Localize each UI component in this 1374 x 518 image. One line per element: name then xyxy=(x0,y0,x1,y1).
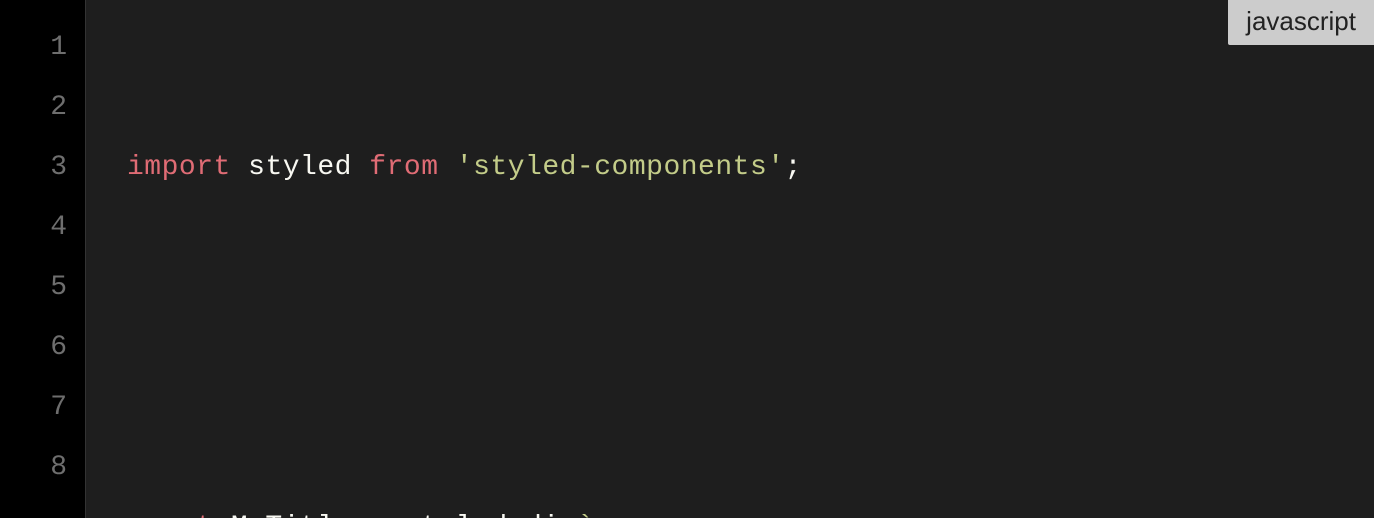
line-number: 4 xyxy=(12,198,67,258)
token-identifier: MyTitle xyxy=(231,512,352,518)
token-space xyxy=(387,512,404,518)
line-number: 8 xyxy=(12,438,67,498)
token-backtick: ` xyxy=(577,512,594,518)
line-number: 3 xyxy=(12,138,67,198)
code-editor: 1 2 3 4 5 6 7 8 import styled from 'styl… xyxy=(0,0,1374,518)
token-operator: = xyxy=(369,512,386,518)
token-call: styled.div xyxy=(404,512,577,518)
line-number: 1 xyxy=(12,18,67,78)
token-space xyxy=(352,512,369,518)
token-identifier: styled xyxy=(248,152,352,183)
token-space xyxy=(352,152,369,183)
token-keyword: const xyxy=(127,512,214,518)
language-badge: javascript xyxy=(1228,0,1374,45)
token-punct: ; xyxy=(785,152,802,183)
code-line: const MyTitle = styled.div` xyxy=(127,498,1354,518)
token-string: 'styled-components' xyxy=(456,152,785,183)
line-number: 2 xyxy=(12,78,67,138)
token-keyword: from xyxy=(369,152,438,183)
token-keyword: import xyxy=(127,152,231,183)
token-space xyxy=(231,152,248,183)
gutter-separator xyxy=(85,0,107,518)
code-content[interactable]: import styled from 'styled-components'; … xyxy=(107,0,1374,518)
code-line xyxy=(127,318,1354,378)
line-number: 7 xyxy=(12,378,67,438)
code-line: import styled from 'styled-components'; xyxy=(127,138,1354,198)
line-number: 6 xyxy=(12,318,67,378)
token-space xyxy=(439,152,456,183)
token-space xyxy=(214,512,231,518)
line-number: 5 xyxy=(12,258,67,318)
line-number-gutter: 1 2 3 4 5 6 7 8 xyxy=(0,0,85,518)
